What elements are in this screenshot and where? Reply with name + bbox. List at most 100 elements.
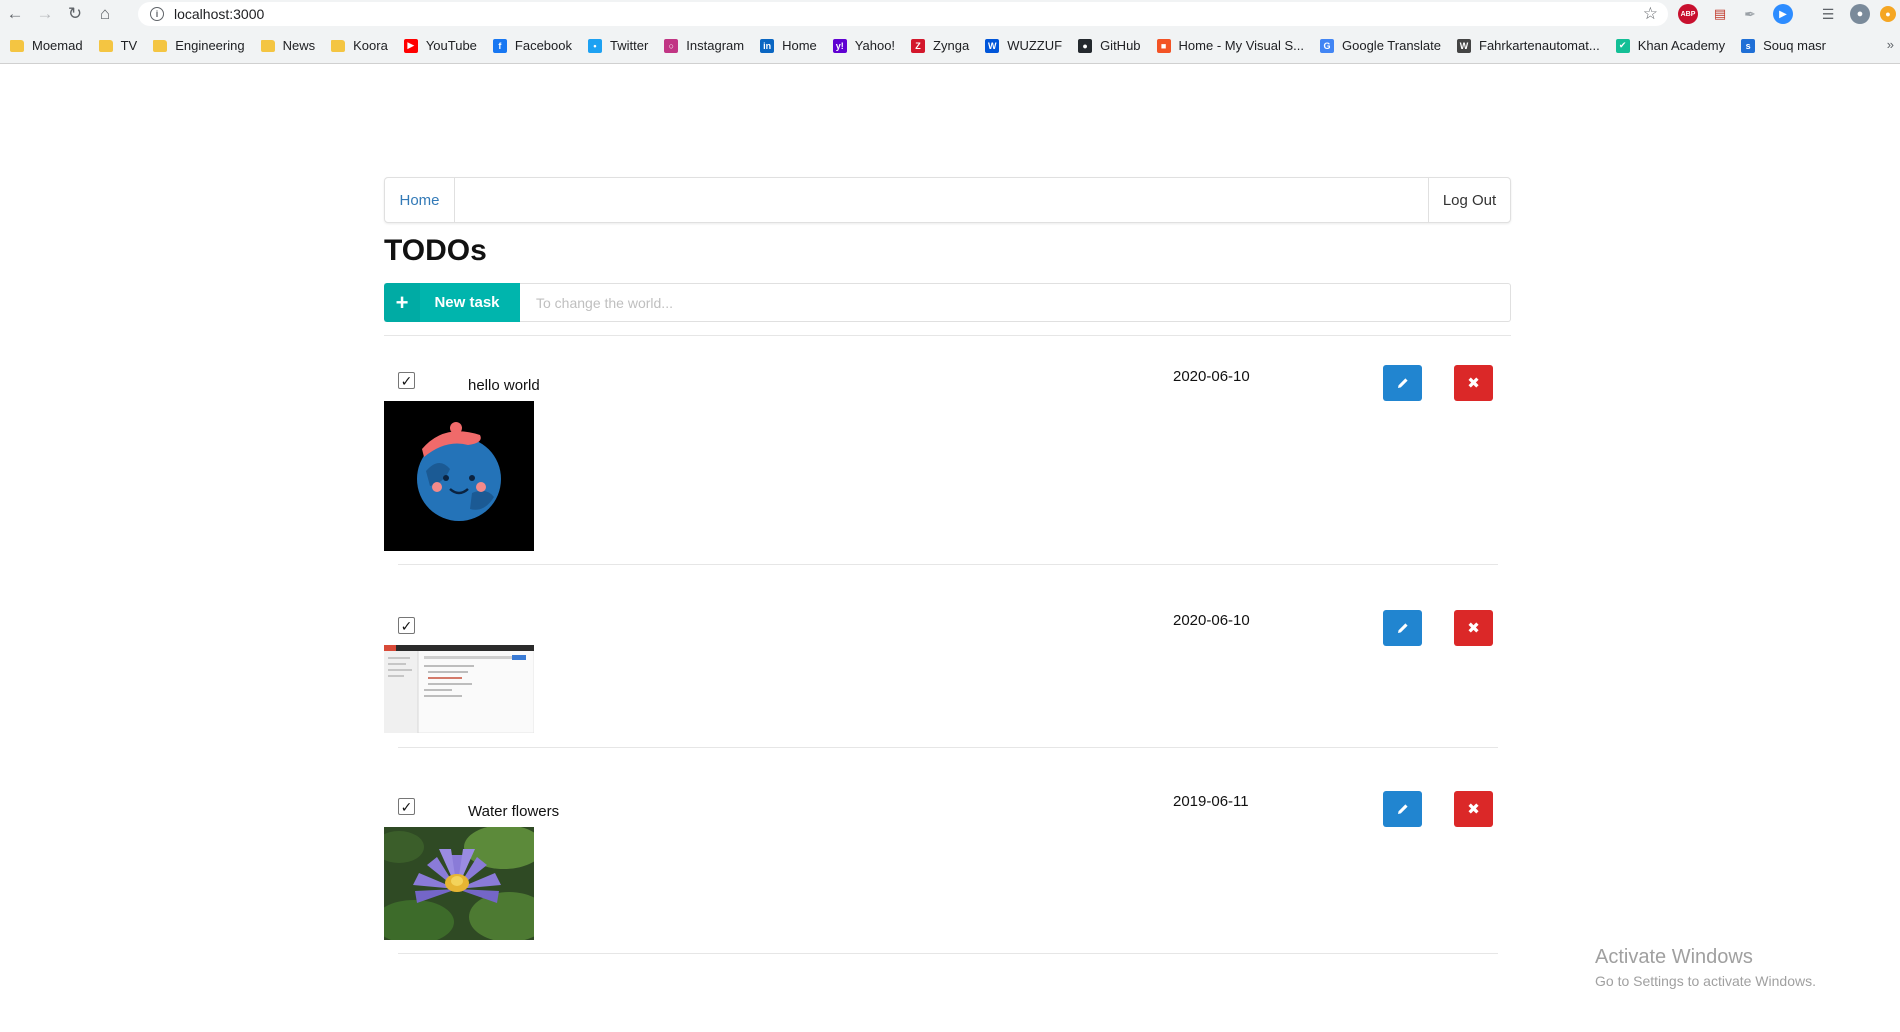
bookmark-label: Twitter (610, 38, 649, 53)
bookmark-twitter[interactable]: • Twitter (588, 38, 648, 53)
todo-image-screenshot (384, 645, 534, 733)
bookmark-label: Engineering (175, 38, 245, 53)
bookmark-news[interactable]: News (260, 38, 316, 53)
browser-toolbar: ← → ↻ ⌂ i localhost:3000 ☆ ABP ▤ ✒ ▶ ☰ ●… (0, 0, 1900, 28)
reload-icon[interactable]: ↻ (60, 0, 90, 28)
bookmark-facebook[interactable]: f Facebook (492, 38, 572, 53)
bookmark-khan-academy[interactable]: ✔ Khan Academy (1615, 38, 1726, 53)
bookmark-youtube[interactable]: ▶ YouTube (403, 38, 477, 53)
edit-button[interactable] (1383, 365, 1422, 401)
page-title: TODOs (384, 234, 487, 267)
linkedin-icon: in (760, 38, 775, 53)
plus-icon: + (384, 283, 420, 322)
delete-button[interactable]: ✖ (1454, 365, 1493, 401)
todo-checkbox[interactable]: ✓ (398, 372, 415, 389)
close-icon: ✖ (1467, 620, 1480, 637)
microsoft-icon: ■ (1156, 38, 1171, 53)
new-task-input[interactable] (520, 283, 1511, 322)
pencil-icon (1397, 804, 1408, 814)
khan-academy-icon: ✔ (1615, 38, 1630, 53)
bookmark-label: Home - My Visual S... (1178, 38, 1304, 53)
bookmark-label: YouTube (425, 38, 477, 53)
bookmark-label: Moemad (32, 38, 83, 53)
bookmark-label: Instagram (686, 38, 745, 53)
feather-icon[interactable]: ✒ (1740, 4, 1760, 24)
pencil-icon (1397, 378, 1408, 388)
watermark-subtitle: Go to Settings to activate Windows. (1595, 973, 1816, 989)
wikipedia-icon: W (1457, 38, 1472, 53)
bookmark-label: News (282, 38, 316, 53)
bookmark-label: Fahrkartenautomat... (1479, 38, 1600, 53)
edit-button[interactable] (1383, 610, 1422, 646)
bookmark-wuzzuf[interactable]: W WUZZUF (985, 38, 1062, 53)
adblock-icon[interactable]: ABP (1678, 4, 1698, 24)
divider (398, 564, 1498, 565)
bookmark-label: Souq masr (1763, 38, 1827, 53)
divider (398, 747, 1498, 748)
home-icon[interactable]: ⌂ (90, 0, 120, 28)
folder-icon (153, 39, 168, 52)
address-bar[interactable]: i localhost:3000 ☆ (138, 2, 1668, 26)
bookmark-instagram[interactable]: ○ Instagram (664, 38, 744, 53)
github-icon: ● (1078, 38, 1093, 53)
bookmarks-bar: Moemad TV Engineering News Koora ▶ YouTube f Fac… (0, 28, 1900, 64)
folder-icon (98, 39, 113, 52)
todo-checkbox[interactable]: ✓ (398, 798, 415, 815)
profile-avatar[interactable]: ● (1850, 4, 1870, 24)
bookmark-koora[interactable]: Koora (331, 38, 388, 53)
bookmark-label: GitHub (1100, 38, 1141, 53)
edit-button[interactable] (1383, 791, 1422, 827)
todo-date: 2020-06-10 (1173, 612, 1250, 629)
bookmark-github[interactable]: ● GitHub (1078, 38, 1141, 53)
bookmark-fahrkartenautomat[interactable]: W Fahrkartenautomat... (1457, 38, 1600, 53)
bookmark-label: Khan Academy (1637, 38, 1726, 53)
todo-image-earth (384, 401, 534, 551)
wuzzuf-icon: W (985, 38, 1000, 53)
todo-checkbox[interactable]: ✓ (398, 617, 415, 634)
reading-list-icon[interactable]: ☰ (1818, 4, 1838, 24)
bookmark-engineering[interactable]: Engineering (153, 38, 245, 53)
watermark-title: Activate Windows (1595, 946, 1753, 968)
forward-arrow-icon[interactable]: → (30, 0, 60, 28)
cast-icon[interactable]: ▤ (1710, 4, 1730, 24)
bookmark-home-my-visual-s[interactable]: ■ Home - My Visual S... (1156, 38, 1304, 53)
folder-icon (10, 39, 24, 52)
folder-icon (260, 39, 275, 52)
close-icon: ✖ (1467, 375, 1480, 392)
info-icon[interactable]: i (150, 7, 164, 21)
bookmark-label: Facebook (514, 38, 572, 53)
divider (384, 335, 1511, 336)
windows-activation-watermark: Activate Windows Go to Settings to activ… (1595, 946, 1816, 989)
bookmark-label: Google Translate (1342, 38, 1442, 53)
twitter-icon: • (588, 38, 602, 53)
bookmark-tv[interactable]: TV (98, 38, 137, 53)
youtube-icon: ▶ (403, 38, 418, 53)
logout-link[interactable]: Log Out (1428, 178, 1510, 222)
new-task-form: + New task (384, 283, 1511, 322)
todo-text: Water flowers (468, 803, 560, 820)
back-arrow-icon[interactable]: ← (0, 0, 30, 28)
bookmark-star-icon[interactable]: ☆ (1643, 4, 1658, 24)
bookmark-label: Koora (353, 38, 388, 53)
zoom-icon[interactable]: ▶ (1773, 4, 1793, 24)
bookmark-yahoo[interactable]: y! Yahoo! (832, 38, 895, 53)
bookmark-zynga[interactable]: Z Zynga (911, 38, 969, 53)
update-icon[interactable]: ● (1880, 6, 1896, 22)
delete-button[interactable]: ✖ (1454, 791, 1493, 827)
bookmark-moemad[interactable]: Moemad (10, 38, 83, 53)
facebook-icon: f (492, 38, 507, 53)
bookmarks-overflow-icon[interactable]: » (1887, 37, 1894, 52)
instagram-icon: ○ (664, 38, 679, 53)
folder-icon (331, 39, 346, 52)
todo-text: hello world (468, 377, 540, 394)
home-link[interactable]: Home (385, 178, 455, 222)
bookmark-label: Zynga (933, 38, 970, 53)
delete-button[interactable]: ✖ (1454, 610, 1493, 646)
bookmark-google-translate[interactable]: G Google Translate (1320, 38, 1441, 53)
todo-date: 2020-06-10 (1173, 368, 1250, 385)
bookmark-souq-masr[interactable]: s Souq masr (1741, 38, 1826, 53)
new-task-button[interactable]: + New task (384, 283, 520, 322)
url-text[interactable]: localhost:3000 (174, 6, 264, 22)
bookmark-label: Home (782, 38, 817, 53)
bookmark-home[interactable]: in Home (760, 38, 817, 53)
